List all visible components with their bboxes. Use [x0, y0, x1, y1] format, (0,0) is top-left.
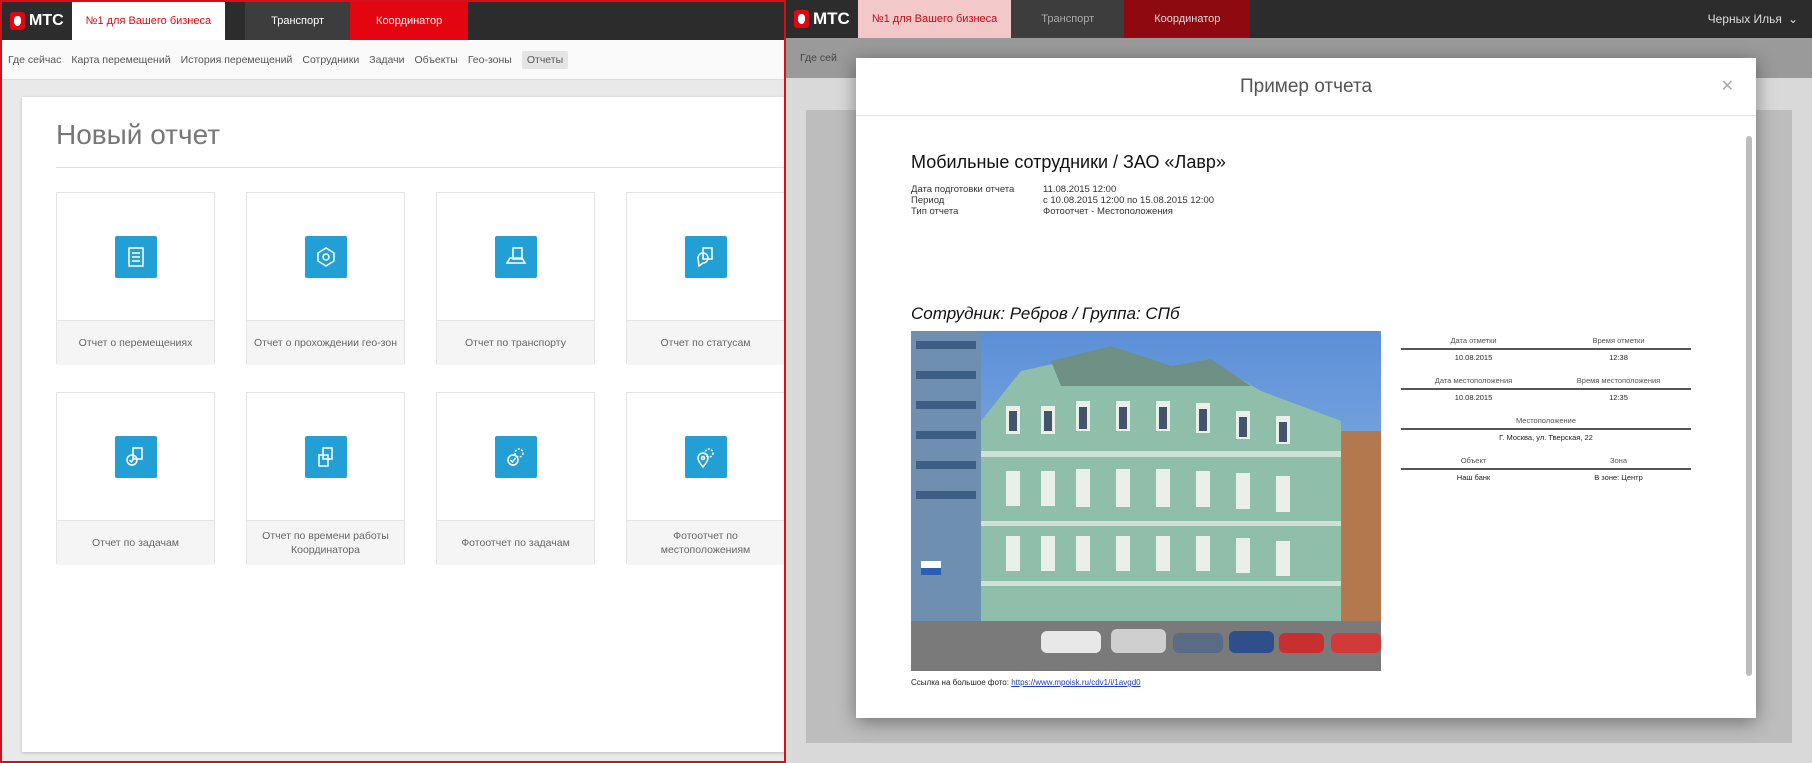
tile-label: Отчет по транспорту — [437, 321, 594, 365]
meta-value: Фотоотчет - Местоположения — [1043, 205, 1173, 217]
report-tile-photo-locations[interactable]: Фотоотчет по местоположениям — [626, 392, 784, 565]
info-value: 10.08.2015 — [1454, 353, 1493, 362]
tab-coordinator[interactable]: Координатор — [1124, 0, 1251, 38]
photo-info-table: Дата отметки Время отметки 10.08.2015 12:3… — [1401, 336, 1691, 496]
tab-transport[interactable]: Транспорт — [245, 2, 351, 40]
nav-tasks[interactable]: Задачи — [369, 54, 404, 66]
route-list-icon — [114, 235, 157, 278]
photo-link-label: Ссылка на большое фото: — [911, 678, 1009, 687]
tile-label: Фотоотчет по задачам — [437, 521, 594, 565]
tab-coordinator[interactable]: Координатор — [350, 2, 469, 40]
report-title: Мобильные сотрудники / ЗАО «Лавр» — [911, 152, 1226, 172]
top-bar: МТС №1 для Вашего бизнеса Транспорт Коор… — [786, 0, 1812, 38]
report-tile-statuses[interactable]: Отчет по статусам — [626, 192, 784, 365]
photo-task-icon — [494, 435, 537, 478]
building-photo — [911, 331, 1381, 671]
mts-egg-icon — [794, 10, 809, 28]
info-header: Время местоположения — [1576, 376, 1661, 385]
meta-key: Тип отчета — [911, 205, 959, 217]
nav-objects[interactable]: Объекты — [415, 54, 458, 66]
modal-title: Пример отчета — [1239, 75, 1373, 97]
nav-where-now[interactable]: Где сейчас — [8, 54, 61, 66]
info-value: Наш банк — [1456, 473, 1491, 482]
info-header: Объект — [1460, 456, 1487, 465]
right-screen: МТС №1 для Вашего бизнеса Транспорт Коор… — [786, 0, 1812, 763]
photo-link[interactable]: https://www.mpoisk.ru/cdv1/i/1avgd0 — [1011, 678, 1140, 687]
tile-label: Отчет по задачам — [57, 521, 214, 565]
task-report-icon — [114, 435, 157, 478]
modal-header: Пример отчета ✕ — [856, 58, 1756, 116]
status-report-icon — [684, 235, 727, 278]
tile-label: Отчет по времени работы Координатора — [247, 521, 404, 565]
modal-scrollbar[interactable] — [1746, 136, 1752, 676]
user-menu[interactable]: Черных Илья ⌄ — [1708, 0, 1812, 38]
employee-heading: Сотрудник: Ребров / Группа: СПб — [911, 304, 1180, 323]
time-report-icon — [304, 435, 347, 478]
nav-geozones[interactable]: Гео-зоны — [468, 54, 512, 66]
tile-label: Фотоотчет по местоположениям — [627, 521, 784, 565]
tagline: №1 для Вашего бизнеса — [857, 0, 1012, 38]
tile-label: Отчет по статусам — [627, 321, 784, 365]
new-report-card: Новый отчет Отчет о перемещениях Отчет о… — [22, 97, 784, 752]
page-title: Новый отчет — [56, 119, 221, 150]
car-report-icon — [494, 235, 537, 278]
nav-movement-map[interactable]: Карта перемещений — [71, 54, 170, 66]
tab-transport[interactable]: Транспорт — [1011, 0, 1125, 38]
geozone-icon — [304, 235, 347, 278]
divider — [56, 167, 784, 168]
tagline: №1 для Вашего бизнеса — [71, 2, 226, 40]
mts-egg-icon — [10, 12, 25, 30]
info-value: 10.08.2015 — [1454, 393, 1493, 402]
info-header: Зона — [1609, 456, 1627, 465]
photo-link-row: Ссылка на большое фото: https://www.mpoi… — [911, 678, 1141, 687]
logo-text: МТС — [813, 9, 850, 28]
report-meta: Дата подготовки отчета 11.08.2015 12:00 П… — [911, 184, 1691, 218]
close-icon[interactable]: ✕ — [1721, 76, 1734, 96]
chevron-down-icon: ⌄ — [1787, 12, 1798, 26]
user-name: Черных Илья — [1707, 12, 1782, 26]
left-screen: МТС №1 для Вашего бизнеса Транспорт Коор… — [0, 0, 786, 763]
report-tile-photo-tasks[interactable]: Фотоотчет по задачам — [436, 392, 595, 565]
logo-text: МТС — [29, 12, 64, 29]
top-bar: МТС №1 для Вашего бизнеса Транспорт Коор… — [2, 2, 784, 40]
info-header: Местоположение — [1401, 416, 1691, 430]
info-header: Время отметки — [1592, 336, 1645, 345]
info-header: Дата местоположения — [1434, 376, 1513, 385]
photo-location-icon — [684, 435, 727, 478]
info-value: Г. Москва, ул. Тверская, 22 — [1499, 433, 1593, 442]
info-value: 12:35 — [1609, 393, 1628, 402]
report-tile-movements[interactable]: Отчет о перемещениях — [56, 192, 215, 365]
nav-reports[interactable]: Отчеты — [521, 50, 569, 69]
mts-logo[interactable]: МТС — [786, 0, 858, 38]
report-body: Мобильные сотрудники / ЗАО «Лавр» Дата п… — [911, 152, 1691, 218]
info-header: Дата отметки — [1450, 336, 1497, 345]
mts-logo[interactable]: МТС — [2, 2, 72, 40]
info-value: 12:38 — [1609, 353, 1628, 362]
nav-employees[interactable]: Сотрудники — [302, 54, 359, 66]
report-tile-transport[interactable]: Отчет по транспорту — [436, 192, 595, 365]
report-tile-tasks[interactable]: Отчет по задачам — [56, 392, 215, 565]
info-value: В зоне: Центр — [1594, 473, 1643, 482]
report-tile-geozones[interactable]: Отчет о прохождении гео-зон — [246, 192, 405, 365]
tile-label: Отчет о прохождении гео-зон — [247, 321, 404, 365]
report-tile-coordinator-time[interactable]: Отчет по времени работы Координатора — [246, 392, 405, 565]
report-preview-modal: Пример отчета ✕ Мобильные сотрудники / З… — [856, 58, 1756, 718]
sub-navigation: Где сейчас Карта перемещений История пер… — [2, 40, 784, 80]
tile-label: Отчет о перемещениях — [57, 321, 214, 365]
dimmed-subnav-text: Где сей — [800, 52, 837, 64]
nav-movement-history[interactable]: История перемещений — [181, 54, 293, 66]
